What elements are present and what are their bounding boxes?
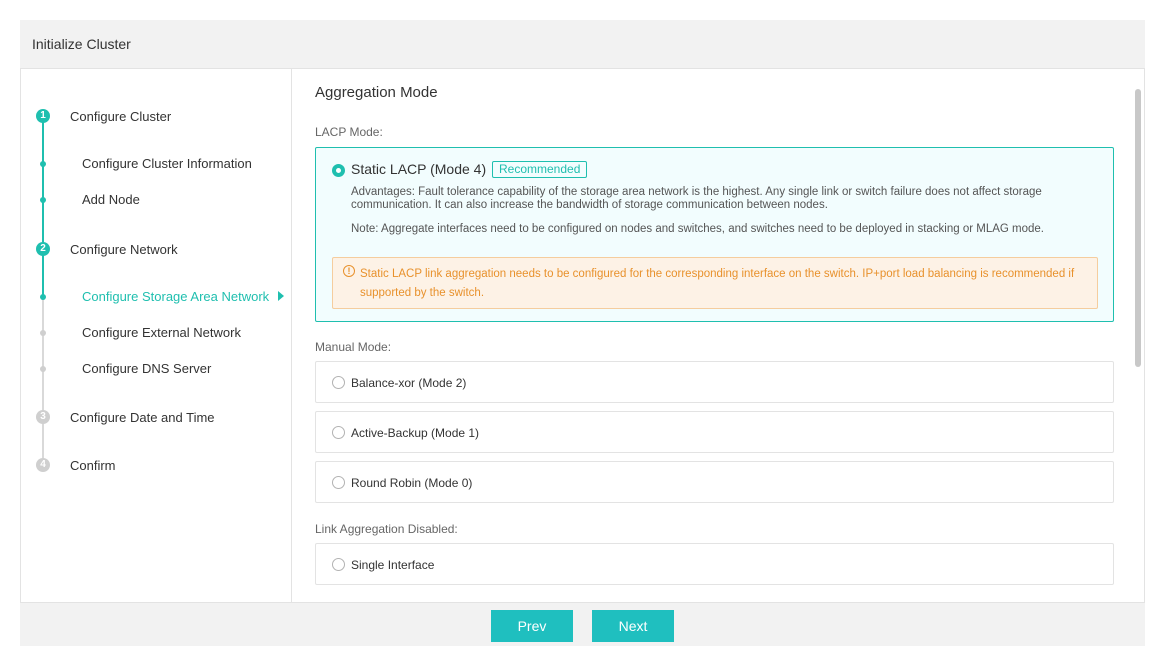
substep-label: Configure Storage Area Network <box>82 289 270 304</box>
option-single-interface[interactable]: Single Interface <box>315 543 1114 585</box>
step-label: Configure Cluster <box>70 109 172 124</box>
lacp-mode-label: LACP Mode: <box>315 125 383 139</box>
substep-configure-storage-area-network[interactable]: Configure Storage Area Network <box>21 287 292 307</box>
step-number-icon: 2 <box>36 242 50 256</box>
section-title: Aggregation Mode <box>315 84 438 101</box>
substep-add-node[interactable]: Add Node <box>21 190 292 210</box>
radio-round-robin[interactable] <box>332 476 345 489</box>
title-bar: Initialize Cluster <box>20 20 1145 69</box>
step-label: Configure Date and Time <box>70 410 215 425</box>
warning-text: Static LACP link aggregation needs to be… <box>360 268 1075 299</box>
option-label: Static LACP (Mode 4) <box>351 161 487 177</box>
radio-active-backup[interactable] <box>332 426 345 439</box>
dialog-title: Initialize Cluster <box>32 36 131 52</box>
manual-mode-label: Manual Mode: <box>315 340 392 354</box>
scrollbar-thumb[interactable] <box>1135 89 1141 367</box>
substep-configure-external-network[interactable]: Configure External Network <box>21 323 292 343</box>
substep-label: Configure External Network <box>82 325 241 340</box>
dialog-footer: Prev Next <box>20 603 1145 646</box>
warning-alert: ! Static LACP link aggregation needs to … <box>332 257 1098 309</box>
current-step-caret-icon <box>278 291 284 301</box>
substep-dot-icon <box>40 330 46 336</box>
radio-static-lacp[interactable] <box>332 164 345 177</box>
aggregation-mode-panel: Aggregation Mode LACP Mode: Static LACP … <box>293 69 1144 602</box>
wizard-stepper: 1 Configure Cluster Configure Cluster In… <box>21 69 292 602</box>
substep-dot-icon <box>40 294 46 300</box>
substep-dot-icon <box>40 197 46 203</box>
advantages-text: Advantages: Fault tolerance capability o… <box>351 186 1042 211</box>
substep-configure-cluster-information[interactable]: Configure Cluster Information <box>21 154 292 174</box>
step-confirm[interactable]: 4 Confirm <box>21 456 292 476</box>
option-label: Balance-xor (Mode 2) <box>351 376 467 390</box>
recommended-badge: Recommended <box>492 161 588 178</box>
option-round-robin[interactable]: Round Robin (Mode 0) <box>315 461 1114 503</box>
substep-dot-icon <box>40 366 46 372</box>
prev-button[interactable]: Prev <box>491 610 573 642</box>
step-label: Confirm <box>70 458 116 473</box>
substep-label: Add Node <box>82 192 140 207</box>
radio-balance-xor[interactable] <box>332 376 345 389</box>
option-static-lacp[interactable]: Static LACP (Mode 4) Recommended Advanta… <box>315 147 1114 322</box>
option-balance-xor[interactable]: Balance-xor (Mode 2) <box>315 361 1114 403</box>
note-text: Note: Aggregate interfaces need to be co… <box>351 223 1044 235</box>
option-label: Round Robin (Mode 0) <box>351 476 473 490</box>
dialog-content: 1 Configure Cluster Configure Cluster In… <box>20 69 1145 603</box>
next-button[interactable]: Next <box>592 610 674 642</box>
option-active-backup[interactable]: Active-Backup (Mode 1) <box>315 411 1114 453</box>
step-configure-network[interactable]: 2 Configure Network <box>21 240 292 260</box>
substep-dot-icon <box>40 161 46 167</box>
step-number-icon: 1 <box>36 109 50 123</box>
substep-label: Configure DNS Server <box>82 361 212 376</box>
step-configure-cluster[interactable]: 1 Configure Cluster <box>21 107 292 127</box>
initialize-cluster-dialog: Initialize Cluster 1 Configure Cluster C… <box>20 20 1145 646</box>
step-number-icon: 3 <box>36 410 50 424</box>
step-number-icon: 4 <box>36 458 50 472</box>
radio-single-interface[interactable] <box>332 558 345 571</box>
step-configure-date-and-time[interactable]: 3 Configure Date and Time <box>21 408 292 428</box>
substep-configure-dns-server[interactable]: Configure DNS Server <box>21 359 292 379</box>
link-aggregation-disabled-label: Link Aggregation Disabled: <box>315 522 458 536</box>
option-label: Single Interface <box>351 558 435 572</box>
option-label: Active-Backup (Mode 1) <box>351 426 480 440</box>
step-label: Configure Network <box>70 242 178 257</box>
substep-label: Configure Cluster Information <box>82 156 252 171</box>
info-icon: ! <box>343 265 355 277</box>
